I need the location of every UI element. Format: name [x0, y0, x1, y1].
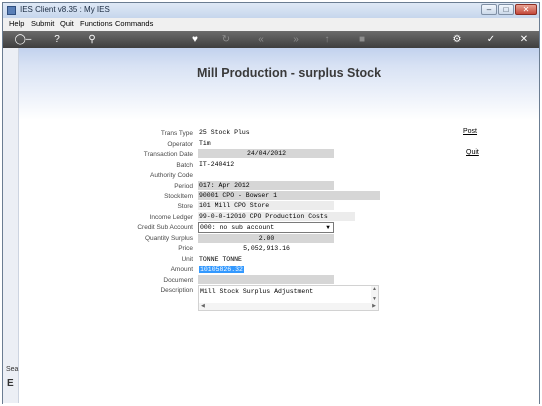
- left-panel-text: Sea: [6, 366, 19, 373]
- authority-code-field[interactable]: [198, 170, 334, 179]
- heart-icon[interactable]: ♥: [189, 33, 201, 46]
- scroll-left-icon[interactable]: ◀: [201, 304, 205, 309]
- transaction-date-field[interactable]: 24/04/2012: [198, 149, 334, 158]
- scroll-right-icon[interactable]: ▶: [372, 304, 376, 309]
- menu-quit[interactable]: Quit: [60, 19, 74, 28]
- amount-field[interactable]: 10105826.32: [198, 265, 334, 274]
- label-transaction-date: Transaction Date: [143, 151, 193, 158]
- maximize-button[interactable]: □: [498, 4, 514, 15]
- window-title: IES Client v8.35 : My IES: [20, 5, 110, 14]
- credit-sub-account-value: 000: no sub account: [200, 224, 275, 231]
- label-price: Price: [178, 245, 193, 252]
- close-window-button[interactable]: ✕: [515, 4, 537, 15]
- label-document: Document: [163, 277, 193, 284]
- quantity-surplus-field[interactable]: 2.00: [198, 234, 334, 243]
- stockitem-field[interactable]: 90001 CPO - Bowser 1: [198, 191, 380, 200]
- close-icon[interactable]: ✕: [518, 33, 530, 46]
- settings-icon[interactable]: ⚙: [451, 33, 463, 46]
- search-icon[interactable]: ⚲: [86, 33, 98, 46]
- label-unit: Unit: [181, 256, 193, 263]
- help-icon[interactable]: ?: [51, 33, 63, 46]
- description-horizontal-scrollbar[interactable]: ◀ ▶: [199, 303, 378, 310]
- quit-link[interactable]: Quit: [466, 149, 479, 156]
- check-icon[interactable]: ✓: [485, 33, 497, 46]
- menu-bar: Help Submit Quit Functions Commands: [3, 18, 539, 31]
- key-icon[interactable]: ◯–: [13, 33, 33, 46]
- unit-field[interactable]: TONNE TONNE: [198, 255, 334, 264]
- label-credit-sub-account: Credit Sub Account: [137, 224, 193, 231]
- left-panel-glyph[interactable]: E: [7, 378, 14, 389]
- menu-commands[interactable]: Commands: [115, 19, 153, 28]
- page-title: Mill Production - surplus Stock: [197, 66, 382, 80]
- forward-icon[interactable]: »: [289, 33, 303, 46]
- credit-sub-account-select[interactable]: 000: no sub account ▼: [198, 222, 334, 233]
- store-field[interactable]: 101 Mill CPO Store: [198, 201, 334, 210]
- refresh-icon[interactable]: ↻: [220, 33, 232, 46]
- scroll-up-icon[interactable]: ▲: [372, 287, 377, 292]
- description-textarea[interactable]: Mill Stock Surplus Adjustment ▲ ▼ ◀ ▶: [198, 285, 379, 311]
- title-bar: IES Client v8.35 : My IES – □ ✕: [3, 3, 539, 18]
- back-icon[interactable]: «: [254, 33, 268, 46]
- dropdown-arrow-icon[interactable]: ▼: [324, 223, 332, 232]
- app-icon: [7, 6, 16, 15]
- scroll-down-icon[interactable]: ▼: [372, 297, 377, 302]
- period-field[interactable]: 017: Apr 2012: [198, 181, 334, 190]
- income-ledger-field[interactable]: 99-0-0-12010 CPO Production Costs: [198, 212, 355, 221]
- label-trans-type: Trans Type: [160, 130, 193, 137]
- amount-selected-text: 10105826.32: [199, 266, 244, 273]
- description-text: Mill Stock Surplus Adjustment: [200, 288, 314, 295]
- document-field[interactable]: [198, 275, 334, 284]
- main-content: Sea E Mill Production - surplus Stock Tr…: [3, 48, 539, 405]
- menu-help[interactable]: Help: [9, 19, 24, 28]
- menu-functions[interactable]: Functions: [80, 19, 113, 28]
- label-amount: Amount: [170, 266, 193, 273]
- price-field[interactable]: 5,052,913.16: [198, 244, 334, 253]
- label-operator: Operator: [167, 141, 193, 148]
- stop-icon[interactable]: ■: [356, 33, 368, 46]
- label-authority-code: Authority Code: [150, 172, 193, 179]
- upload-icon[interactable]: ↑: [321, 33, 333, 46]
- label-period: Period: [174, 183, 193, 190]
- operator-field[interactable]: Tim: [198, 139, 334, 148]
- app-window: IES Client v8.35 : My IES – □ ✕ Help Sub…: [2, 2, 540, 405]
- left-panel: Sea E: [3, 48, 19, 403]
- label-store: Store: [177, 203, 193, 210]
- batch-field[interactable]: IT-240412: [198, 160, 334, 169]
- toolbar: ◯– ? ⚲ ♥ ↻ « » ↑ ■ ⚙ ✓ ✕: [3, 31, 539, 48]
- minimize-button[interactable]: –: [481, 4, 497, 15]
- label-batch: Batch: [176, 162, 193, 169]
- label-stockitem: StockItem: [164, 193, 193, 200]
- label-description: Description: [160, 287, 193, 294]
- post-link[interactable]: Post: [463, 128, 477, 135]
- trans-type-field[interactable]: 25 Stock Plus: [198, 128, 334, 137]
- label-income-ledger: Income Ledger: [149, 214, 193, 221]
- label-quantity-surplus: Quantity Surplus: [144, 235, 193, 242]
- menu-submit[interactable]: Submit: [31, 19, 54, 28]
- description-vertical-scrollbar[interactable]: ▲ ▼: [371, 286, 378, 303]
